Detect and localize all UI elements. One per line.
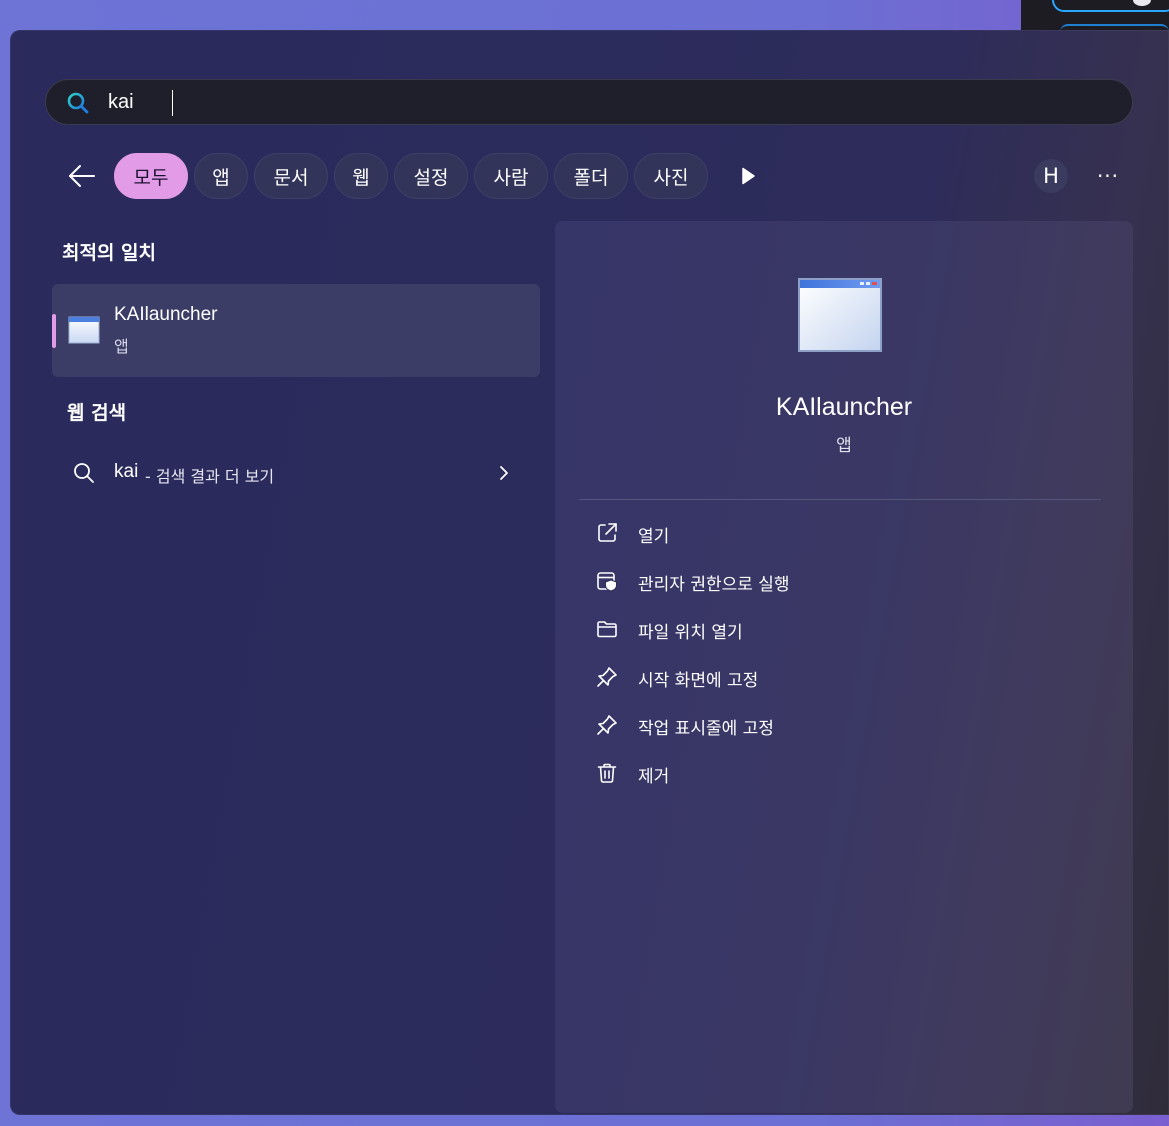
search-box[interactable] xyxy=(45,79,1133,125)
arrow-left-icon xyxy=(69,165,95,187)
app-window-icon xyxy=(798,278,882,352)
tab-web[interactable]: 웹 xyxy=(334,153,388,199)
taskbar-indicator xyxy=(1052,0,1169,12)
back-button[interactable] xyxy=(66,158,98,194)
chevron-right-icon xyxy=(500,466,508,480)
action-uninstall[interactable]: 제거 xyxy=(591,753,1071,793)
scroll-right-icon[interactable] xyxy=(738,166,758,186)
action-pin-to-taskbar[interactable]: 작업 표시줄에 고정 xyxy=(591,705,1071,745)
web-search-query: kai xyxy=(114,461,139,482)
tab-all[interactable]: 모두 xyxy=(114,153,188,199)
tab-settings[interactable]: 설정 xyxy=(394,153,468,199)
action-pin-to-start[interactable]: 시작 화면에 고정 xyxy=(591,657,1071,697)
action-run-as-admin[interactable]: 관리자 권한으로 실행 xyxy=(591,561,1071,601)
start-search-panel: 모두 앱 문서 웹 설정 사람 폴더 사진 H ··· 최적의 일치 KAIla… xyxy=(10,30,1169,1115)
action-label: 관리자 권한으로 실행 xyxy=(638,575,790,595)
best-match-name: KAIlauncher xyxy=(114,304,218,325)
folder-icon xyxy=(597,621,617,638)
trash-icon xyxy=(597,763,617,783)
action-label: 제거 xyxy=(638,767,670,787)
action-label: 열기 xyxy=(638,527,670,547)
divider xyxy=(579,499,1101,500)
detail-pane: KAIlauncher 앱 열기 관리자 권한으로 실행 파일 위치 열기 시작… xyxy=(555,221,1133,1113)
tab-photos[interactable]: 사진 xyxy=(634,153,708,199)
action-label: 시작 화면에 고정 xyxy=(638,671,759,691)
pin-icon xyxy=(597,715,617,735)
text-caret xyxy=(172,90,173,116)
tab-apps[interactable]: 앱 xyxy=(194,153,248,199)
tab-documents[interactable]: 문서 xyxy=(254,153,328,199)
admin-shield-icon xyxy=(597,572,617,592)
action-label: 파일 위치 열기 xyxy=(638,623,743,643)
open-external-icon xyxy=(598,523,617,542)
web-search-item[interactable]: kai - 검색 결과 더 보기 xyxy=(52,450,540,496)
action-label: 작업 표시줄에 고정 xyxy=(638,719,774,739)
web-search-more-results: - 검색 결과 더 보기 xyxy=(145,467,275,486)
more-options-button[interactable]: ··· xyxy=(1092,161,1124,191)
search-icon xyxy=(74,463,94,483)
best-match-type: 앱 xyxy=(114,337,129,356)
detail-app-type: 앱 xyxy=(836,436,852,456)
avatar[interactable]: H xyxy=(1034,159,1068,193)
web-search-heading: 웹 검색 xyxy=(67,402,127,424)
action-open-file-location[interactable]: 파일 위치 열기 xyxy=(591,609,1071,649)
search-icon xyxy=(67,92,89,114)
tab-people[interactable]: 사람 xyxy=(474,153,548,199)
search-input[interactable] xyxy=(108,87,1088,117)
tab-folders[interactable]: 폴더 xyxy=(554,153,628,199)
detail-app-name: KAIlauncher xyxy=(775,393,913,421)
app-window-icon xyxy=(68,316,100,344)
selection-indicator xyxy=(52,314,56,348)
action-open[interactable]: 열기 xyxy=(591,513,1071,553)
best-match-heading: 최적의 일치 xyxy=(62,242,157,264)
pin-icon xyxy=(597,667,617,687)
best-match-item[interactable]: KAIlauncher 앱 xyxy=(52,284,540,377)
